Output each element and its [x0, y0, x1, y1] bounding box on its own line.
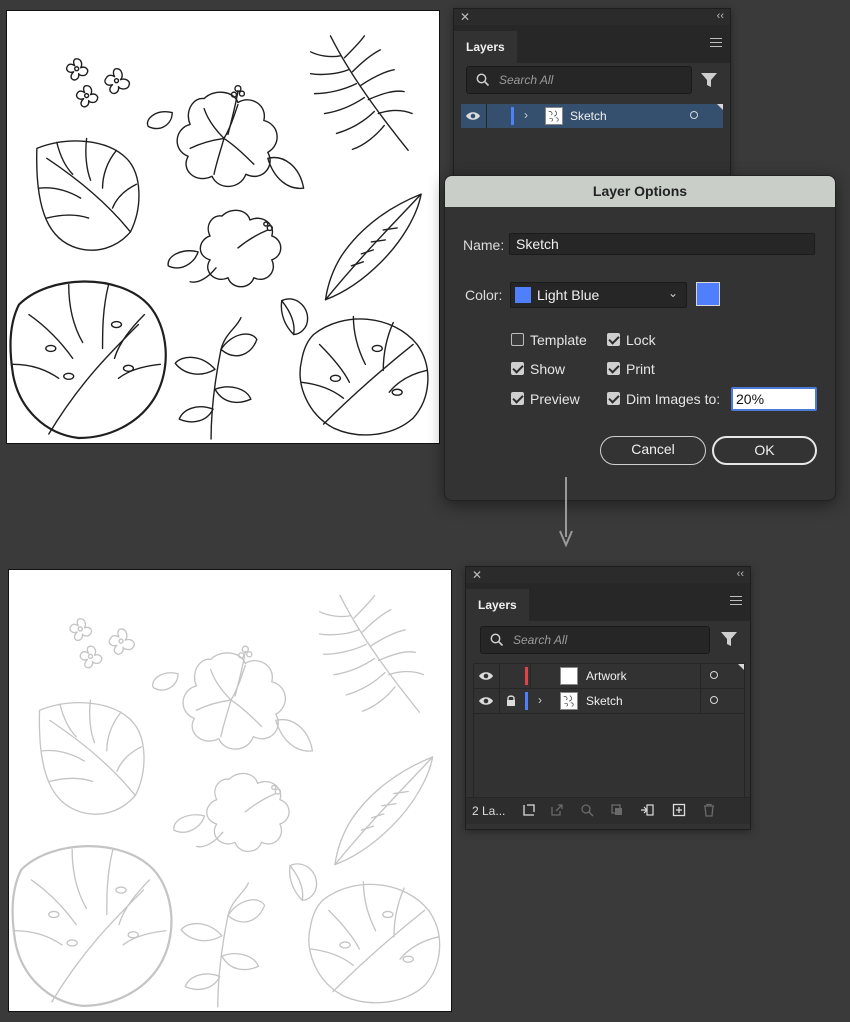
close-icon[interactable]: ✕ — [472, 568, 482, 582]
target-circle-icon[interactable] — [690, 111, 698, 119]
search-box — [466, 66, 692, 94]
color-dropdown[interactable]: Light Blue ⌄ — [510, 282, 687, 308]
new-sublayer-icon[interactable] — [640, 803, 654, 817]
artboard-top — [6, 10, 440, 444]
collect-export-icon[interactable] — [522, 803, 536, 817]
layer-color-swatch — [525, 692, 528, 710]
layer-name[interactable]: Sketch — [586, 694, 623, 708]
layer-color-swatch — [525, 667, 528, 685]
filter-icon[interactable] — [700, 71, 718, 89]
row-separator — [499, 689, 500, 713]
chevron-right-icon[interactable]: › — [538, 693, 542, 707]
target-circle-icon[interactable] — [710, 671, 718, 679]
color-label: Color: — [465, 287, 503, 303]
filter-icon[interactable] — [720, 630, 738, 648]
layer-name[interactable]: Sketch — [570, 109, 607, 123]
dim-images-label: Dim Images to: — [626, 391, 721, 407]
eye-icon[interactable] — [474, 689, 498, 713]
layer-row-sketch[interactable]: › Sketch — [474, 689, 744, 714]
row-separator — [700, 664, 701, 688]
checkbox-box[interactable] — [511, 392, 524, 405]
lock-label: Lock — [626, 332, 656, 348]
show-label: Show — [530, 361, 566, 377]
arrow-down-icon — [559, 477, 573, 548]
artboard-bottom — [8, 569, 452, 1012]
chevron-right-icon[interactable]: › — [524, 108, 528, 122]
clipping-mask-icon[interactable] — [610, 803, 624, 817]
template-label: Template — [530, 332, 587, 348]
search-icon — [490, 633, 504, 647]
layer-options-dialog: Layer Options Name: Color: Light Blue ⌄ … — [444, 175, 836, 501]
row-separator — [530, 664, 531, 688]
cancel-button[interactable]: Cancel — [600, 436, 706, 465]
row-separator — [499, 664, 500, 688]
checkbox-box[interactable] — [511, 362, 524, 375]
checkbox-box[interactable] — [607, 392, 620, 405]
panel-header-bar: ✕ ‹‹ — [454, 9, 730, 25]
layer-thumbnail — [545, 107, 563, 125]
panel-tabbar: Layers — [454, 25, 730, 63]
color-swatch — [515, 287, 531, 303]
panel-header-bar: ✕ ‹‹ — [466, 567, 750, 583]
chevron-down-icon: ⌄ — [667, 286, 678, 300]
layers-panel-top: ✕ ‹‹ Layers › Sketch — [453, 8, 731, 188]
search-input[interactable] — [497, 70, 661, 90]
layers-panel-bottom: ✕ ‹‹ Layers Artwork — [465, 566, 751, 830]
layer-row-sketch[interactable]: › Sketch — [461, 104, 723, 128]
color-picker-swatch[interactable] — [696, 282, 720, 306]
tab-layers[interactable]: Layers — [466, 589, 529, 621]
lock-icon[interactable] — [504, 694, 518, 708]
eye-icon[interactable] — [474, 664, 498, 688]
color-dropdown-value: Light Blue — [537, 287, 600, 303]
layer-color-swatch — [511, 107, 514, 125]
print-label: Print — [626, 361, 655, 377]
row-separator — [486, 104, 487, 128]
panel-menu-icon[interactable] — [710, 38, 722, 50]
row-separator — [700, 689, 701, 713]
checkbox-box[interactable] — [511, 333, 524, 346]
sketch-artwork-dark — [9, 34, 429, 441]
name-label: Name: — [463, 237, 505, 253]
layer-row-artwork[interactable]: Artwork — [474, 664, 744, 689]
panel-menu-icon[interactable] — [730, 596, 742, 608]
layer-count: 2 La... — [472, 804, 506, 818]
collapse-icon[interactable]: ‹‹ — [737, 568, 744, 580]
layer-thumbnail — [560, 667, 578, 685]
selection-corner-indicator — [717, 104, 723, 110]
eye-icon[interactable] — [461, 104, 485, 128]
new-layer-icon[interactable] — [672, 803, 686, 817]
layers-list: Artwork › Sketch — [473, 663, 745, 799]
panel-footer: 2 La... — [466, 797, 750, 824]
tab-layers[interactable]: Layers — [454, 31, 517, 63]
search-input[interactable] — [511, 630, 675, 650]
checkbox-box[interactable] — [607, 333, 620, 346]
dialog-title: Layer Options — [445, 176, 835, 207]
ok-button[interactable]: OK — [712, 436, 817, 465]
collapse-icon[interactable]: ‹‹ — [717, 10, 724, 22]
close-icon[interactable]: ✕ — [460, 10, 470, 24]
layer-name[interactable]: Artwork — [586, 669, 627, 683]
preview-label: Preview — [530, 391, 580, 407]
target-circle-icon[interactable] — [710, 696, 718, 704]
checkbox-box[interactable] — [607, 362, 620, 375]
delete-icon[interactable] — [702, 803, 716, 817]
layer-thumbnail — [560, 692, 578, 710]
export-icon[interactable] — [550, 803, 564, 817]
dim-images-field[interactable] — [731, 387, 817, 411]
locate-object-icon[interactable] — [580, 803, 594, 817]
search-icon — [476, 73, 490, 87]
search-box — [480, 626, 710, 654]
sketch-artwork-dimmed — [11, 594, 441, 1009]
selection-corner-indicator — [738, 664, 744, 670]
name-field[interactable] — [509, 233, 815, 255]
panel-tabbar: Layers — [466, 583, 750, 621]
